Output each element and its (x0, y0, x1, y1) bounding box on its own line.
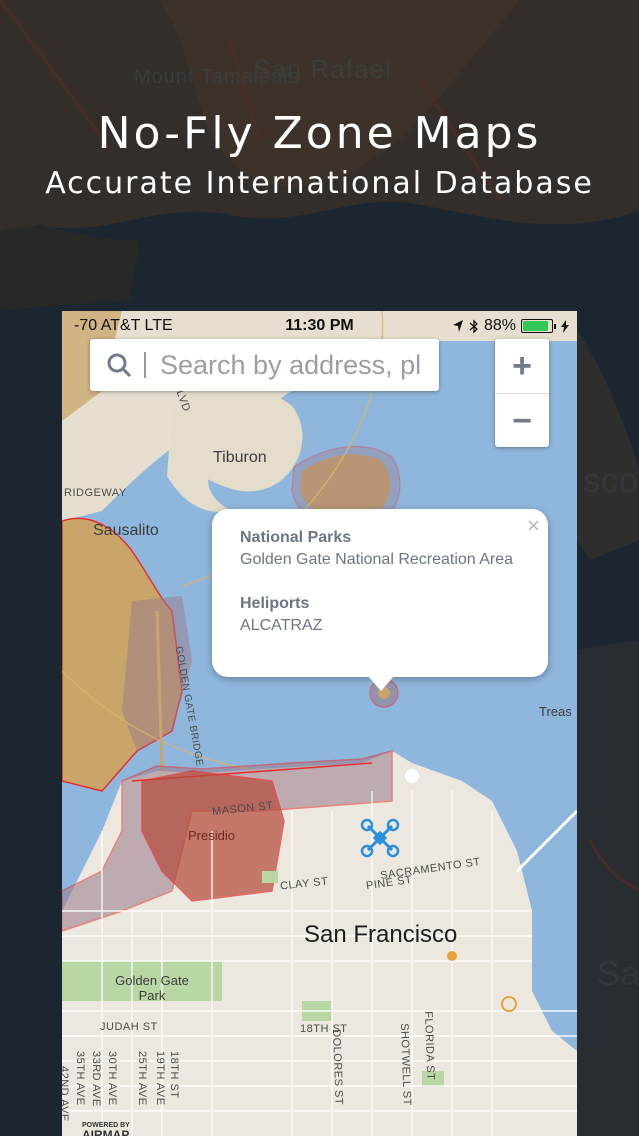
map-label-35th: 35TH AVE (74, 1051, 86, 1106)
map-label-tiburon: Tiburon (213, 449, 267, 466)
map-label-18th-ave: 18TH ST (168, 1051, 180, 1099)
status-bar: -70 AT&T LTE 11:30 PM 88% (62, 311, 577, 339)
popup-value-heliports: ALCATRAZ (240, 617, 323, 634)
popup-value-national-parks: Golden Gate National Recreation Area (240, 551, 514, 568)
backdrop-label-san-rafael: San Rafael (253, 54, 392, 84)
backdrop-label-sa: Sa (597, 955, 639, 993)
map-label-presidio: Presidio (188, 828, 235, 843)
promo-subhead: Accurate International Database (45, 166, 594, 201)
backdrop-label-sco: sco (583, 462, 639, 500)
map-label-golden-gate-park: Golden Gate Park (115, 973, 189, 1003)
location-arrow-icon (452, 320, 463, 332)
map-label-42nd: 42ND AVE (62, 1066, 70, 1122)
airspace-info-popup: × National Parks Golden Gate National Re… (212, 509, 548, 677)
status-right-group: 88% (452, 317, 569, 335)
map-label-25th: 25TH AVE (136, 1051, 148, 1106)
map-label-sausalito: Sausalito (93, 522, 159, 539)
map-label-33rd: 33RD AVE (90, 1051, 102, 1107)
promo-headline: No-Fly Zone Maps (97, 108, 542, 159)
map-label-30th: 30TH AVE (106, 1051, 118, 1106)
airmap-logo: AIRMAP (82, 1128, 130, 1136)
close-icon[interactable]: × (527, 513, 540, 539)
app-screen: Tiburon Sausalito RIDGEWAY LVD GOLDEN GA… (62, 311, 577, 1136)
popup-heading-national-parks: National Parks (240, 529, 352, 546)
zoom-out-button[interactable]: − (495, 394, 549, 448)
battery-fill (523, 321, 548, 331)
search-divider (144, 352, 146, 378)
battery-percent: 88% (483, 317, 516, 334)
charging-bolt-icon (561, 319, 569, 333)
search-icon[interactable] (106, 352, 132, 378)
popup-pointer (367, 675, 395, 691)
map-label-treasure: Treas (539, 704, 572, 719)
popup-heading-heliports: Heliports (240, 595, 310, 612)
battery-icon (521, 319, 553, 333)
battery-cap (554, 323, 556, 329)
search-bar[interactable] (90, 339, 439, 391)
map-label-19th: 19TH AVE (154, 1051, 166, 1106)
search-input[interactable] (158, 348, 437, 382)
map-label-florida: FLORIDA ST (422, 1011, 437, 1081)
map-label-ridgeway: RIDGEWAY (64, 487, 127, 499)
zoom-control: + − (495, 339, 549, 447)
map-label-san-francisco: San Francisco (304, 921, 458, 948)
zoom-in-button[interactable]: + (495, 339, 549, 393)
bluetooth-icon (469, 318, 478, 334)
map-label-judah: JUDAH ST (100, 1021, 158, 1033)
